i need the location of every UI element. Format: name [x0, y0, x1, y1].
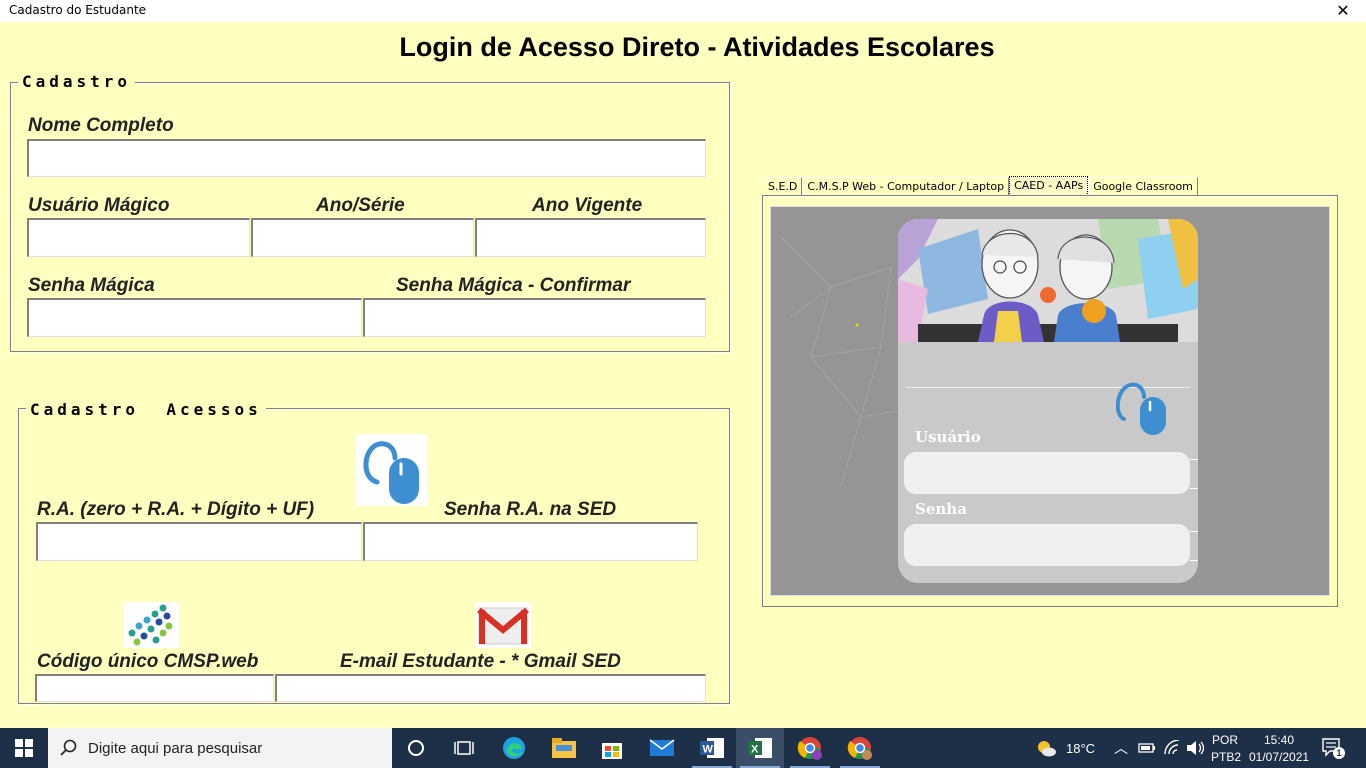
usuario-field[interactable]	[904, 452, 1190, 494]
senha-magica-confirmar-input[interactable]	[365, 300, 705, 336]
ra-input[interactable]	[38, 524, 361, 560]
usuario-field-edge	[1190, 459, 1198, 489]
close-button[interactable]: ✕	[1320, 0, 1366, 22]
nome-completo-field[interactable]	[27, 139, 706, 177]
microsoft-store-icon[interactable]	[588, 728, 636, 768]
clock-time[interactable]: 15:40	[1264, 733, 1294, 747]
senha-input[interactable]	[904, 524, 1190, 566]
senha-ra-input[interactable]	[365, 524, 697, 560]
ano-serie-label: Ano/Série	[316, 195, 405, 216]
ano-serie-field[interactable]	[251, 218, 474, 257]
mouse-icon[interactable]	[355, 434, 427, 506]
senha-magica-label: Senha Mágica	[28, 275, 155, 296]
codigo-cmsp-input[interactable]	[37, 676, 273, 701]
page-title: Login de Acesso Direto - Atividades Esco…	[399, 32, 995, 62]
svg-text:W: W	[703, 744, 714, 756]
tab-strip: S.E.D C.M.S.P Web - Computador / Laptop …	[763, 176, 1198, 196]
search-placeholder: Digite aqui para pesquisar	[88, 739, 263, 757]
ra-label: R.A. (zero + R.A. + Dígito + UF)	[37, 499, 315, 520]
login-web-view: Usuário Senha	[770, 206, 1330, 596]
mail-icon[interactable]	[638, 728, 686, 768]
tab-panel: Usuário Senha	[762, 195, 1338, 607]
senha-magica-field[interactable]	[27, 298, 362, 337]
search-icon	[60, 739, 77, 756]
ano-vigente-label: Ano Vigente	[532, 195, 643, 216]
ano-vigente-input[interactable]	[477, 220, 705, 256]
codigo-cmsp-label: Código único CMSP.web	[37, 651, 259, 672]
wifi-icon[interactable]	[1163, 740, 1181, 756]
usuario-input[interactable]	[904, 452, 1190, 494]
weather-temperature[interactable]: 18°C	[1066, 741, 1095, 756]
ano-serie-input[interactable]	[253, 220, 473, 256]
senha-magica-input[interactable]	[29, 300, 361, 336]
edge-browser-icon[interactable]	[490, 728, 538, 768]
senha-ra-label: Senha R.A. na SED	[444, 499, 617, 520]
senha-magica-confirmar-label: Senha Mágica - Confirmar	[396, 275, 631, 296]
ra-field[interactable]	[36, 522, 362, 561]
tab-caed-aaps[interactable]: CAED - AAPs	[1009, 176, 1089, 196]
senha-magica-confirmar-field[interactable]	[363, 298, 706, 337]
cadastro-acessos-legend: Cadastro Acessos	[26, 400, 266, 419]
tab-cmsp-web[interactable]: C.M.S.P Web - Computador / Laptop	[802, 177, 1010, 196]
language-code[interactable]: POR	[1212, 733, 1238, 747]
file-explorer-icon[interactable]	[540, 728, 588, 768]
keyboard-layout[interactable]: PTB2	[1211, 750, 1241, 764]
tab-sed[interactable]: S.E.D	[763, 177, 803, 196]
gmail-icon[interactable]	[475, 602, 531, 648]
senha-field[interactable]	[904, 524, 1190, 566]
senha-field-edge	[1190, 531, 1198, 561]
email-estudante-input[interactable]	[277, 676, 705, 701]
window-title: Cadastro do Estudante	[9, 3, 147, 17]
senha-label: Senha	[915, 500, 967, 518]
ano-vigente-field[interactable]	[475, 218, 706, 257]
mouse-icon	[1116, 382, 1166, 435]
usuario-magico-input[interactable]	[29, 220, 249, 256]
chrome-profile-m-icon[interactable]	[786, 728, 834, 768]
battery-icon[interactable]	[1138, 741, 1156, 755]
email-estudante-field[interactable]	[275, 674, 706, 702]
usuario-label: Usuário	[915, 428, 981, 446]
word-icon[interactable]: W	[688, 728, 736, 768]
taskbar: Digite aqui para pesquisar W X 18°C ︿ PO…	[0, 728, 1366, 768]
taskbar-search-box[interactable]: Digite aqui para pesquisar	[48, 728, 392, 768]
svg-text:X: X	[751, 744, 759, 756]
excel-icon[interactable]: X	[736, 728, 784, 768]
senha-ra-field[interactable]	[363, 522, 698, 561]
email-estudante-label: E-mail Estudante - * Gmail SED	[340, 651, 621, 672]
windows-start-icon[interactable]	[0, 728, 48, 768]
task-view-icon[interactable]	[440, 728, 488, 768]
codigo-cmsp-field[interactable]	[35, 674, 274, 702]
weather-icon[interactable]	[1028, 728, 1064, 768]
volume-icon[interactable]	[1186, 740, 1206, 756]
chrome-profile-avatar-icon[interactable]	[836, 728, 884, 768]
nome-completo-label: Nome Completo	[28, 115, 174, 136]
notification-center-icon[interactable]: 1	[1322, 738, 1345, 759]
clock-date[interactable]: 01/07/2021	[1249, 750, 1309, 764]
login-card: Usuário Senha	[898, 219, 1198, 583]
notification-count-badge: 1	[1333, 747, 1345, 759]
show-hidden-icons-chevron-icon[interactable]: ︿	[1114, 738, 1128, 758]
cadastro-legend: Cadastro	[18, 72, 136, 91]
usuario-magico-field[interactable]	[27, 218, 250, 257]
cmsp-logo-icon[interactable]	[123, 602, 179, 648]
cortana-icon[interactable]	[392, 728, 440, 768]
nome-completo-input[interactable]	[29, 141, 705, 176]
tab-google-classroom[interactable]: Google Classroom	[1088, 177, 1198, 196]
children-illustration-image	[898, 219, 1198, 342]
window-title-bar: Cadastro do Estudante ✕	[0, 0, 1366, 22]
usuario-magico-label: Usuário Mágico	[28, 195, 170, 216]
